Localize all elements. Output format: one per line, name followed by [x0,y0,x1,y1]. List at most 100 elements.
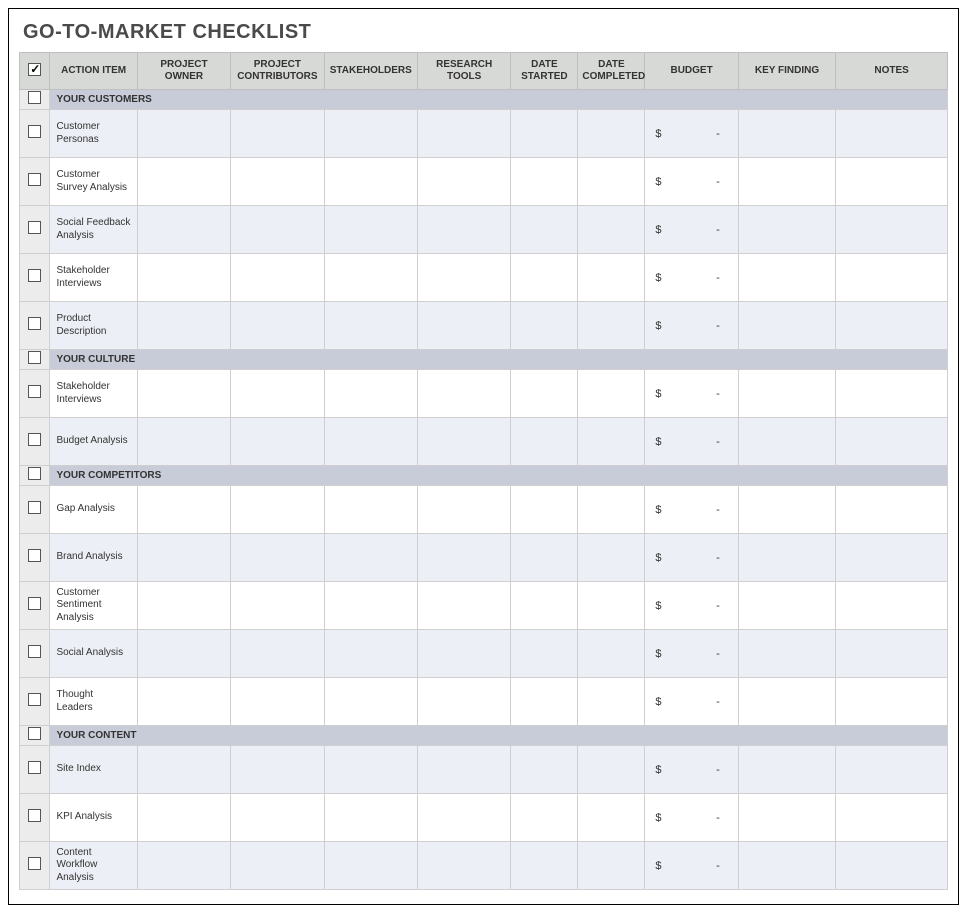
key-finding-cell[interactable] [738,630,835,678]
notes-cell[interactable] [836,254,948,302]
date-completed-cell[interactable] [578,254,645,302]
notes-cell[interactable] [836,534,948,582]
date-completed-cell[interactable] [578,534,645,582]
project-contributors-cell[interactable] [231,582,324,630]
research-tools-cell[interactable] [417,158,510,206]
action-item-cell[interactable]: Site Index [50,746,137,794]
key-finding-cell[interactable] [738,486,835,534]
project-owner-cell[interactable] [137,370,230,418]
project-owner-cell[interactable] [137,254,230,302]
action-item-cell[interactable]: Stakeholder Interviews [50,254,137,302]
research-tools-cell[interactable] [417,746,510,794]
date-started-cell[interactable] [511,302,578,350]
date-started-cell[interactable] [511,110,578,158]
key-finding-cell[interactable] [738,534,835,582]
budget-cell[interactable]: $- [645,370,738,418]
key-finding-cell[interactable] [738,582,835,630]
date-started-cell[interactable] [511,842,578,890]
date-completed-cell[interactable] [578,158,645,206]
stakeholders-cell[interactable] [324,158,417,206]
date-started-cell[interactable] [511,794,578,842]
project-contributors-cell[interactable] [231,254,324,302]
research-tools-cell[interactable] [417,254,510,302]
project-contributors-cell[interactable] [231,630,324,678]
notes-cell[interactable] [836,486,948,534]
budget-cell[interactable]: $- [645,534,738,582]
action-item-cell[interactable]: KPI Analysis [50,794,137,842]
date-completed-cell[interactable] [578,582,645,630]
date-completed-cell[interactable] [578,842,645,890]
budget-cell[interactable]: $- [645,110,738,158]
row-checkbox[interactable] [28,693,41,706]
project-contributors-cell[interactable] [231,158,324,206]
project-owner-cell[interactable] [137,678,230,726]
action-item-cell[interactable]: Content Workflow Analysis [50,842,137,890]
date-started-cell[interactable] [511,206,578,254]
notes-cell[interactable] [836,206,948,254]
budget-cell[interactable]: $- [645,678,738,726]
key-finding-cell[interactable] [738,206,835,254]
action-item-cell[interactable]: Brand Analysis [50,534,137,582]
research-tools-cell[interactable] [417,534,510,582]
project-owner-cell[interactable] [137,158,230,206]
action-item-cell[interactable]: Budget Analysis [50,418,137,466]
action-item-cell[interactable]: Gap Analysis [50,486,137,534]
research-tools-cell[interactable] [417,678,510,726]
project-contributors-cell[interactable] [231,842,324,890]
row-checkbox[interactable] [28,269,41,282]
project-owner-cell[interactable] [137,746,230,794]
date-completed-cell[interactable] [578,370,645,418]
research-tools-cell[interactable] [417,794,510,842]
stakeholders-cell[interactable] [324,678,417,726]
row-checkbox[interactable] [28,173,41,186]
project-contributors-cell[interactable] [231,302,324,350]
key-finding-cell[interactable] [738,370,835,418]
project-owner-cell[interactable] [137,794,230,842]
budget-cell[interactable]: $- [645,582,738,630]
date-completed-cell[interactable] [578,630,645,678]
key-finding-cell[interactable] [738,794,835,842]
row-checkbox[interactable] [28,317,41,330]
action-item-cell[interactable]: Customer Sentiment Analysis [50,582,137,630]
action-item-cell[interactable]: Social Feedback Analysis [50,206,137,254]
research-tools-cell[interactable] [417,206,510,254]
notes-cell[interactable] [836,842,948,890]
stakeholders-cell[interactable] [324,486,417,534]
date-completed-cell[interactable] [578,746,645,794]
date-started-cell[interactable] [511,746,578,794]
section-checkbox[interactable] [28,351,41,364]
action-item-cell[interactable]: Product Description [50,302,137,350]
notes-cell[interactable] [836,630,948,678]
budget-cell[interactable]: $- [645,418,738,466]
research-tools-cell[interactable] [417,842,510,890]
stakeholders-cell[interactable] [324,630,417,678]
notes-cell[interactable] [836,370,948,418]
project-owner-cell[interactable] [137,582,230,630]
stakeholders-cell[interactable] [324,302,417,350]
project-owner-cell[interactable] [137,206,230,254]
row-checkbox[interactable] [28,597,41,610]
row-checkbox[interactable] [28,857,41,870]
date-started-cell[interactable] [511,678,578,726]
project-owner-cell[interactable] [137,486,230,534]
date-completed-cell[interactable] [578,486,645,534]
date-started-cell[interactable] [511,254,578,302]
budget-cell[interactable]: $- [645,206,738,254]
select-all-checkbox[interactable] [28,63,41,76]
row-checkbox[interactable] [28,385,41,398]
row-checkbox[interactable] [28,645,41,658]
budget-cell[interactable]: $- [645,842,738,890]
research-tools-cell[interactable] [417,582,510,630]
project-owner-cell[interactable] [137,302,230,350]
notes-cell[interactable] [836,678,948,726]
project-contributors-cell[interactable] [231,110,324,158]
date-completed-cell[interactable] [578,678,645,726]
key-finding-cell[interactable] [738,254,835,302]
research-tools-cell[interactable] [417,370,510,418]
date-started-cell[interactable] [511,370,578,418]
key-finding-cell[interactable] [738,678,835,726]
stakeholders-cell[interactable] [324,110,417,158]
row-checkbox[interactable] [28,761,41,774]
key-finding-cell[interactable] [738,418,835,466]
research-tools-cell[interactable] [417,486,510,534]
